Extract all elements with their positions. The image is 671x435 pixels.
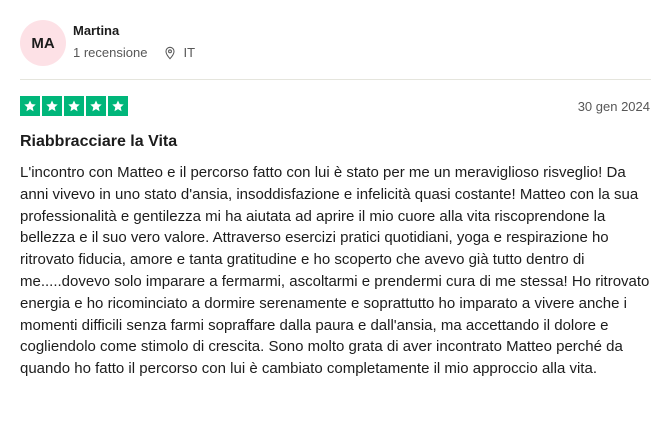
reviewer-meta: 1 recensione IT (73, 45, 195, 60)
divider (20, 79, 651, 80)
star-icon (20, 96, 40, 116)
star-icon (64, 96, 84, 116)
star-icon (108, 96, 128, 116)
location-pin-icon (163, 46, 177, 60)
review-title[interactable]: Riabbracciare la Vita (20, 133, 177, 151)
reviewer-header: MA Martina 1 recensione IT (20, 20, 651, 66)
review-count: 1 recensione (73, 45, 148, 60)
reviewer-location: IT (163, 45, 195, 60)
star-icon (86, 96, 106, 116)
reviewer-name[interactable]: Martina (73, 23, 119, 38)
country-code: IT (183, 45, 196, 60)
review-date: 30 gen 2024 (577, 99, 650, 114)
star-icon (42, 96, 62, 116)
review-text: L'incontro con Matteo e il percorso fatt… (20, 164, 650, 378)
star-rating (20, 96, 128, 116)
avatar[interactable]: MA (20, 20, 66, 66)
